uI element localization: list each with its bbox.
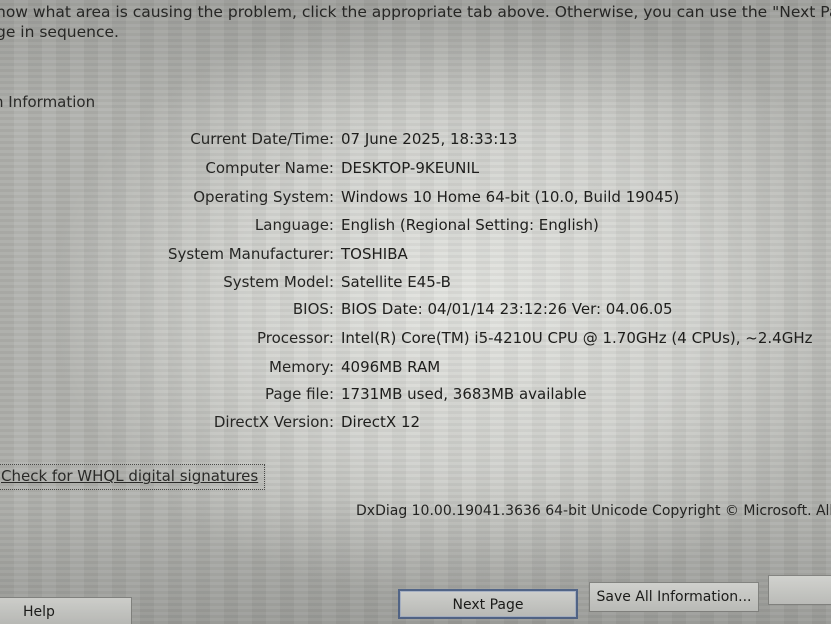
system-information-heading: n Information <box>0 93 96 111</box>
info-value: TOSHIBA <box>341 245 408 263</box>
whql-checkbox-label[interactable]: Check for WHQL digital signatures <box>1 467 258 485</box>
info-label: Operating System: <box>193 188 334 206</box>
info-row-bios: BIOS: BIOS Date: 04/01/14 23:12:26 Ver: … <box>0 298 831 320</box>
info-value: 07 June 2025, 18:33:13 <box>341 130 518 148</box>
info-row-processor: Processor: Intel(R) Core(TM) i5-4210U CP… <box>0 327 831 349</box>
info-label: Processor: <box>256 329 334 347</box>
info-row-memory: Memory: 4096MB RAM <box>0 356 831 378</box>
save-all-information-button[interactable]: Save All Information... <box>589 582 759 612</box>
info-value: Windows 10 Home 64-bit (10.0, Build 1904… <box>341 188 680 206</box>
info-row-system-manufacturer: System Manufacturer: TOSHIBA <box>0 243 831 265</box>
info-value: 1731MB used, 3683MB available <box>341 385 587 403</box>
info-label: System Manufacturer: <box>168 245 334 263</box>
info-label: DirectX Version: <box>213 413 334 431</box>
info-label: Language: <box>254 216 334 234</box>
info-label: System Model: <box>223 273 334 291</box>
info-label: Computer Name: <box>205 159 334 177</box>
info-value: Intel(R) Core(TM) i5-4210U CPU @ 1.70GHz… <box>341 329 813 347</box>
info-label: Memory: <box>269 358 334 376</box>
info-row-operating-system: Operating System: Windows 10 Home 64-bit… <box>0 186 831 208</box>
info-row-date-time: Current Date/Time: 07 June 2025, 18:33:1… <box>0 128 831 150</box>
info-value: DirectX 12 <box>341 413 421 431</box>
whql-checkbox[interactable]: Check for WHQL digital signatures <box>0 464 266 490</box>
next-page-button[interactable]: Next Page <box>398 589 578 619</box>
info-row-system-model: System Model: Satellite E45-B <box>0 271 831 293</box>
help-button[interactable]: Help <box>0 597 132 624</box>
info-value: BIOS Date: 04/01/14 23:12:26 Ver: 04.06.… <box>341 300 673 318</box>
info-row-computer-name: Computer Name: DESKTOP-9KEUNIL <box>0 157 831 179</box>
info-value: Satellite E45-B <box>341 273 451 291</box>
intro-text: how what area is causing the problem, cl… <box>0 2 831 42</box>
intro-line-2: ge in sequence. <box>0 23 119 41</box>
dxdiag-version-copyright: DxDiag 10.00.19041.3636 64-bit Unicode C… <box>356 503 831 519</box>
info-row-language: Language: English (Regional Setting: Eng… <box>0 214 831 236</box>
info-value: 4096MB RAM <box>341 358 441 376</box>
info-value: DESKTOP-9KEUNIL <box>341 159 480 177</box>
dxdiag-window: how what area is causing the problem, cl… <box>0 0 831 624</box>
next-page-button-label: Next Page <box>452 597 524 613</box>
intro-line-1: how what area is causing the problem, cl… <box>0 3 831 21</box>
info-label: BIOS: <box>292 300 334 318</box>
info-row-directx-version: DirectX Version: DirectX 12 <box>0 411 831 433</box>
help-button-label: Help <box>23 604 55 620</box>
info-label: Current Date/Time: <box>190 130 334 148</box>
exit-button[interactable] <box>768 575 831 605</box>
save-all-information-button-label: Save All Information... <box>596 589 752 605</box>
info-row-page-file: Page file: 1731MB used, 3683MB available <box>0 383 831 405</box>
info-value: English (Regional Setting: English) <box>341 216 599 234</box>
info-label: Page file: <box>265 385 334 403</box>
